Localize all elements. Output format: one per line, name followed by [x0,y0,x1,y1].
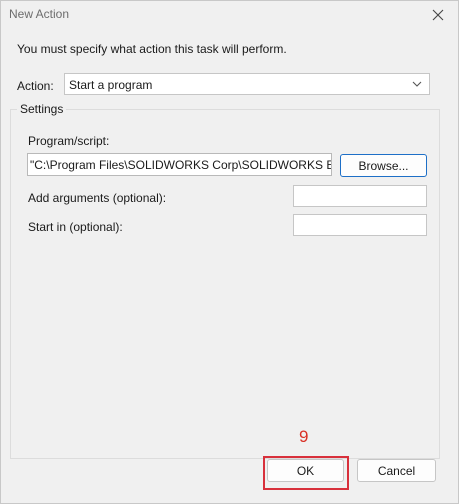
chevron-down-icon [412,81,422,87]
title-bar: New Action [1,1,458,29]
step-number-annotation: 9 [299,427,309,446]
start-in-input[interactable] [293,214,427,236]
program-script-input[interactable]: "C:\Program Files\SOLIDWORKS Corp\SOLIDW… [27,153,332,176]
start-in-label: Start in (optional): [28,220,123,234]
add-arguments-input[interactable] [293,185,427,207]
close-button[interactable] [424,3,452,27]
window-title: New Action [9,7,70,21]
ok-button[interactable]: OK [267,459,344,482]
close-icon [432,9,444,21]
action-dropdown-value: Start a program [69,78,153,92]
browse-button[interactable]: Browse... [340,154,427,177]
settings-group-label: Settings [17,102,67,116]
instruction-text: You must specify what action this task w… [17,42,287,56]
action-dropdown[interactable]: Start a program [64,73,430,95]
add-arguments-label: Add arguments (optional): [28,191,167,205]
cancel-button[interactable]: Cancel [357,459,436,482]
program-script-value: "C:\Program Files\SOLIDWORKS Corp\SOLIDW… [30,158,332,172]
new-action-dialog: New Action You must specify what action … [0,0,459,504]
program-script-label: Program/script: [28,134,110,148]
action-label: Action: [17,79,54,93]
